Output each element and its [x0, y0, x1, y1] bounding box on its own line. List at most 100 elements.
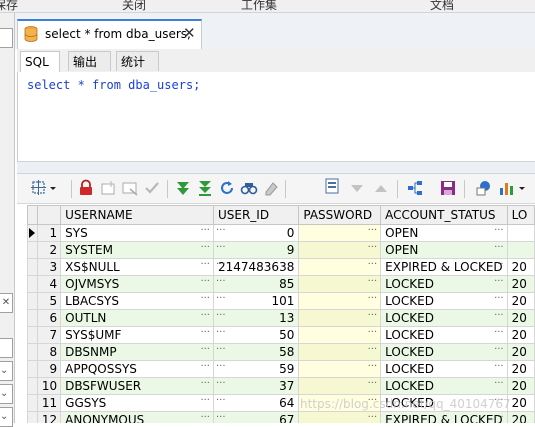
delete-record-icon[interactable]: [121, 179, 139, 197]
ellipsis-icon[interactable]: ···: [494, 277, 504, 288]
cell-username[interactable]: SYS$UMF ···: [60, 326, 214, 344]
sql-text[interactable]: select * from dba_users;: [27, 78, 200, 92]
ellipsis-icon[interactable]: ···: [216, 362, 226, 373]
table-row[interactable]: 5 LBACSYS ··· ··· 101 ··· LOCKED ··· 20: [27, 292, 535, 310]
column-header-user-id[interactable]: USER_ID: [212, 205, 300, 225]
fetch-next-icon[interactable]: [174, 179, 192, 197]
cell-lock-date[interactable]: [506, 224, 535, 242]
single-record-view-icon[interactable]: [323, 177, 341, 195]
cell-account-status[interactable]: EXPIRED & LOCKED ···: [380, 411, 508, 424]
table-row[interactable]: 3 XS$NULL ··· ··· 2147483638 ··· EXPIRED & LOC…: [27, 258, 535, 276]
ellipsis-icon[interactable]: ···: [200, 379, 210, 390]
ellipsis-icon[interactable]: ···: [216, 328, 226, 339]
ellipsis-icon[interactable]: ···: [494, 226, 504, 237]
row-number[interactable]: 5: [36, 292, 62, 310]
ellipsis-icon[interactable]: ···: [216, 345, 226, 356]
cell-lock-date[interactable]: 20: [506, 411, 535, 423]
left-panel-dropdown[interactable]: ⌄: [0, 361, 13, 381]
cell-password[interactable]: ···: [298, 224, 382, 242]
ellipsis-icon[interactable]: ···: [368, 277, 378, 288]
ellipsis-icon[interactable]: ···: [216, 243, 226, 254]
menu-item-workset[interactable]: 工作集: [241, 0, 277, 12]
left-panel-dropdown[interactable]: ⌄: [0, 384, 13, 404]
row-indicator[interactable]: [27, 258, 38, 276]
left-panel-field[interactable]: [0, 338, 13, 358]
tab-output[interactable]: 输出: [68, 51, 111, 71]
ellipsis-icon[interactable]: ···: [200, 277, 210, 288]
ellipsis-icon[interactable]: ···: [200, 243, 210, 254]
row-number[interactable]: 10: [36, 377, 62, 395]
ellipsis-icon[interactable]: ···: [368, 379, 378, 390]
row-number[interactable]: 2: [36, 241, 62, 259]
ellipsis-icon[interactable]: ···: [368, 294, 378, 305]
cell-username[interactable]: APPQOSSYS ···: [60, 360, 214, 378]
cell-user-id[interactable]: ··· 58: [212, 343, 300, 361]
ellipsis-icon[interactable]: ···: [216, 413, 226, 424]
chart-icon[interactable]: [498, 179, 516, 197]
table-row[interactable]: 10 DBSFWUSER ··· ··· 37 ··· LOCKED ··· 20: [27, 377, 535, 395]
tab-statistics[interactable]: 统计: [116, 51, 159, 71]
ellipsis-icon[interactable]: ···: [216, 379, 226, 390]
cell-account-status[interactable]: OPEN ···: [380, 224, 508, 242]
ellipsis-icon[interactable]: ···: [368, 226, 378, 237]
ellipsis-icon[interactable]: ···: [494, 345, 504, 356]
ellipsis-icon[interactable]: ···: [494, 413, 504, 424]
row-number[interactable]: 11: [36, 394, 62, 412]
row-number[interactable]: 6: [36, 309, 62, 327]
cell-password[interactable]: ···: [298, 292, 382, 310]
cell-user-id[interactable]: ··· 37: [212, 377, 300, 395]
ellipsis-icon[interactable]: ···: [368, 260, 378, 271]
ellipsis-icon[interactable]: ···: [368, 328, 378, 339]
cell-user-id[interactable]: ··· 59: [212, 360, 300, 378]
cell-account-status[interactable]: OPEN ···: [380, 241, 508, 259]
table-row[interactable]: 12 ANONYMOUS ··· ··· 67 ··· EXPIRED & LOCKED ··…: [27, 411, 535, 424]
ellipsis-icon[interactable]: ···: [200, 413, 210, 424]
row-indicator[interactable]: [27, 411, 38, 423]
lock-icon[interactable]: [77, 179, 95, 197]
ellipsis-icon[interactable]: ···: [494, 379, 504, 390]
cell-password[interactable]: ···: [298, 377, 382, 395]
ellipsis-icon[interactable]: ···: [494, 260, 504, 271]
cell-password[interactable]: ···: [298, 309, 382, 327]
cell-account-status[interactable]: LOCKED ···: [380, 326, 508, 344]
cell-username[interactable]: DBSFWUSER ···: [60, 377, 214, 395]
cell-password[interactable]: ···: [298, 326, 382, 344]
grid-options-icon[interactable]: [30, 179, 48, 197]
cell-lock-date[interactable]: 20: [506, 377, 535, 395]
cell-account-status[interactable]: LOCKED ···: [380, 377, 508, 395]
post-changes-icon[interactable]: [143, 179, 161, 197]
ellipsis-icon[interactable]: ···: [200, 362, 210, 373]
cell-user-id[interactable]: ··· 85: [212, 275, 300, 293]
column-header-lock-date[interactable]: LO: [506, 205, 535, 225]
ellipsis-icon[interactable]: ···: [368, 243, 378, 254]
sort-down-icon[interactable]: [348, 179, 366, 197]
chevron-down-icon[interactable]: [517, 179, 527, 197]
cell-password[interactable]: ···: [298, 343, 382, 361]
row-number[interactable]: 7: [36, 326, 62, 344]
ellipsis-icon[interactable]: ···: [216, 226, 226, 237]
ellipsis-icon[interactable]: ···: [200, 260, 210, 271]
row-indicator[interactable]: [27, 394, 38, 412]
cell-lock-date[interactable]: 20: [506, 360, 535, 378]
ellipsis-icon[interactable]: ···: [200, 328, 210, 339]
cell-user-id[interactable]: ··· 2147483638: [212, 258, 300, 276]
ellipsis-icon[interactable]: ···: [216, 260, 226, 271]
ellipsis-icon[interactable]: ···: [216, 396, 226, 407]
ellipsis-icon[interactable]: ···: [200, 226, 210, 237]
row-indicator[interactable]: [27, 275, 38, 293]
cell-lock-date[interactable]: [506, 241, 535, 259]
row-indicator[interactable]: [27, 343, 38, 361]
menu-item-docs[interactable]: 文档: [430, 0, 454, 12]
ellipsis-icon[interactable]: ···: [200, 294, 210, 305]
row-indicator[interactable]: [27, 377, 38, 395]
table-row[interactable]: 1 SYS ··· ··· 0 ··· OPEN ···: [27, 224, 535, 242]
ellipsis-icon[interactable]: ···: [200, 311, 210, 322]
table-row[interactable]: 8 DBSNMP ··· ··· 58 ··· LOCKED ··· 20: [27, 343, 535, 361]
left-panel-close-icon[interactable]: ✕: [0, 293, 13, 313]
ellipsis-icon[interactable]: ···: [494, 311, 504, 322]
column-header-account-status[interactable]: ACCOUNT_STATUS: [380, 205, 508, 225]
cell-username[interactable]: DBSNMP ···: [60, 343, 214, 361]
ellipsis-icon[interactable]: ···: [368, 345, 378, 356]
ellipsis-icon[interactable]: ···: [494, 294, 504, 305]
row-indicator[interactable]: [27, 292, 38, 310]
